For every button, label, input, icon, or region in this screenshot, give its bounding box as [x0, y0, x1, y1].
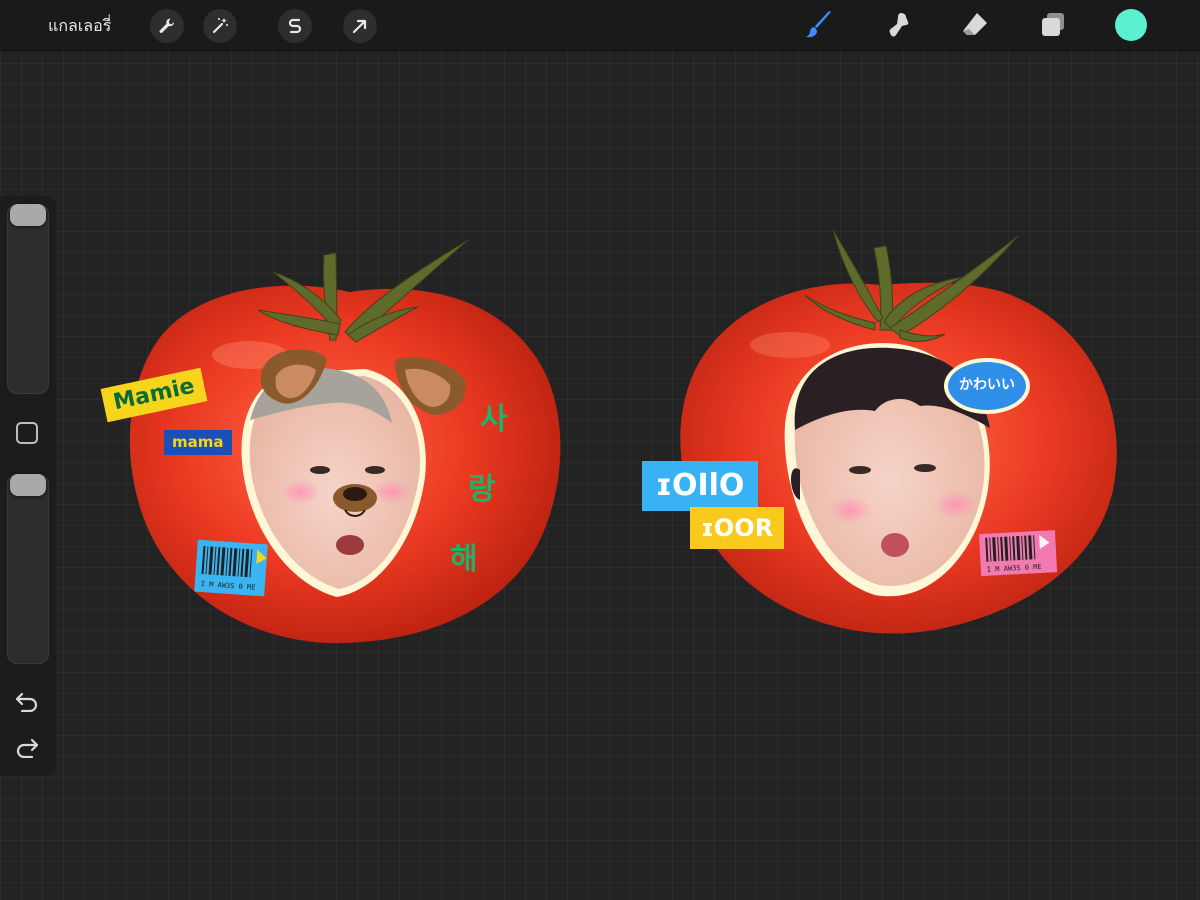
left-korean-char-1: 사	[480, 402, 508, 437]
right-barcode-sticker: I M AW3S 0 ME	[979, 530, 1058, 577]
left-korean-char-2: 랑	[468, 472, 496, 507]
left-sub-tag: mama	[164, 430, 232, 455]
right-tag-top: ɪOIlO	[642, 461, 758, 511]
right-tomato-sticker: I M AW3S 0 ME	[680, 229, 1117, 634]
left-korean-char-3: 해	[450, 542, 478, 577]
kawaii-bubble-text: かわいい	[959, 377, 1015, 393]
right-tag-bottom-text: ɪOOR	[700, 514, 774, 542]
right-tag-top-text: ɪOIlO	[655, 468, 745, 503]
left-sub-tag-text: mama	[172, 433, 224, 451]
right-tag-bottom: ɪOOR	[690, 507, 784, 549]
left-barcode-sticker: I M AW3S 0 ME	[194, 539, 268, 597]
